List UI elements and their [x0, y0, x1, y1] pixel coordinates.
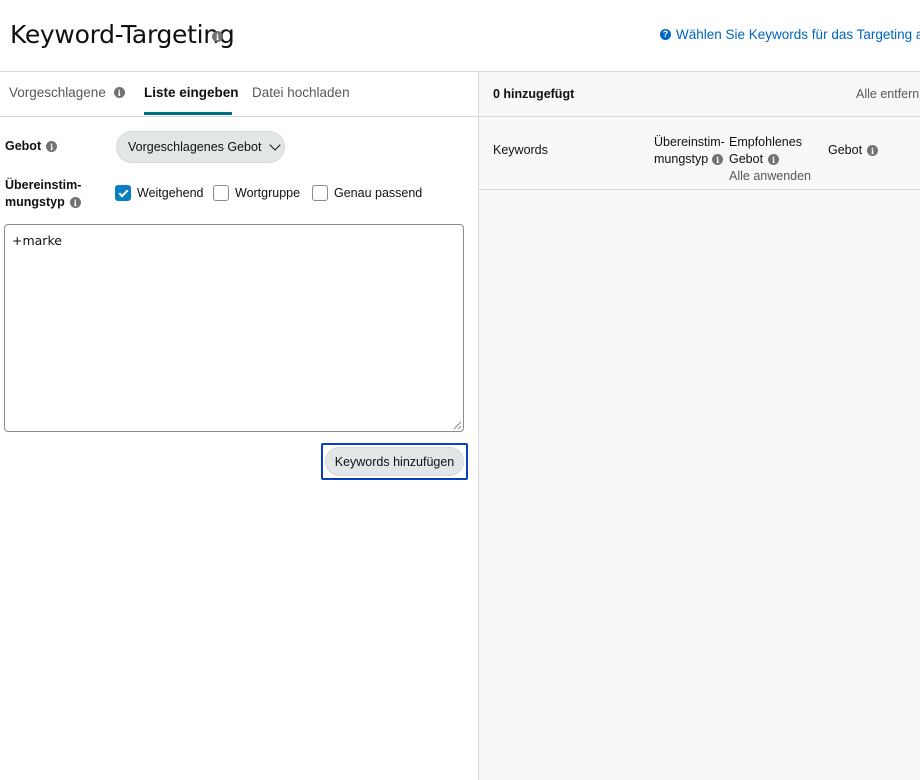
match-type-label-line2: mungstyp [5, 195, 65, 209]
column-suggested-bid-line1: Empfohlenes [729, 135, 802, 149]
checkbox-exact[interactable]: Genau passend [312, 185, 422, 201]
page-title: Keyword-Targeting [10, 20, 235, 49]
add-keywords-button[interactable]: Keywords hinzufügen [325, 447, 464, 476]
column-match-type-line2: mungstyp [654, 152, 709, 166]
bid-dropdown-value: Vorgeschlagenes Gebot [128, 140, 262, 154]
tab-label: Vorgeschlagene [9, 85, 106, 100]
tab-suggested[interactable]: Vorgeschlagene i [9, 85, 125, 100]
column-bid: Gebot i [828, 142, 879, 159]
tab-label: Datei hochladen [252, 85, 350, 100]
tab-label: Liste eingeben [144, 85, 239, 100]
info-icon[interactable]: i [867, 145, 879, 156]
apply-all-link[interactable]: Alle anwenden [729, 168, 811, 185]
bid-label: Gebot i [5, 138, 58, 155]
chevron-down-icon [269, 139, 282, 151]
remove-all-link[interactable]: Alle entfern [856, 87, 919, 101]
checkbox-icon[interactable] [213, 185, 229, 201]
info-icon[interactable]: i [768, 154, 780, 165]
info-icon[interactable]: i [712, 154, 724, 165]
column-match-type-line1: Übereinstim- [654, 135, 725, 149]
checkbox-label: Wortgruppe [235, 186, 301, 200]
info-icon[interactable]: i [212, 31, 223, 42]
column-bid-label: Gebot [828, 143, 863, 157]
bid-label-text: Gebot [5, 139, 42, 153]
keywords-textarea[interactable]: +marke [4, 224, 464, 432]
tab-upload-file[interactable]: Datei hochladen [252, 85, 350, 100]
checkbox-label: Weitgehend [137, 186, 204, 200]
resize-handle-icon[interactable] [452, 420, 462, 430]
help-link-text: Wählen Sie Keywords für das Targeting au [676, 27, 920, 42]
checkbox-checked-icon[interactable] [115, 185, 131, 201]
added-keywords-panel: 0 hinzugefügt Alle entfern Keywords Über… [479, 72, 920, 780]
tab-enter-list[interactable]: Liste eingeben [144, 85, 239, 100]
tab-bar: Vorgeschlagene i Liste eingeben Datei ho… [0, 72, 479, 117]
checkbox-broad[interactable]: Weitgehend [115, 185, 204, 201]
help-icon: ? [660, 29, 671, 40]
help-link[interactable]: ? Wählen Sie Keywords für das Targeting … [660, 27, 920, 42]
keyword-input-panel: Vorgeschlagene i Liste eingeben Datei ho… [0, 72, 479, 780]
added-count: 0 hinzugefügt [493, 87, 575, 101]
column-suggested-bid: Empfohlenes Gebot i Alle anwenden [729, 134, 811, 185]
checkbox-label: Genau passend [334, 186, 423, 200]
info-icon[interactable]: i [46, 141, 58, 152]
match-type-label: Übereinstim- mungstyp i [5, 177, 81, 211]
bid-dropdown[interactable]: Vorgeschlagenes Gebot [116, 131, 285, 163]
table-header: Keywords Übereinstim- mungstyp i Empfohl… [479, 117, 920, 190]
column-keywords: Keywords [493, 143, 548, 157]
column-suggested-bid-line2: Gebot [729, 152, 764, 166]
column-match-type: Übereinstim- mungstyp i [654, 134, 725, 168]
checkbox-icon[interactable] [312, 185, 328, 201]
info-icon[interactable]: i [113, 87, 125, 98]
active-tab-indicator [144, 112, 232, 115]
added-header: 0 hinzugefügt Alle entfern [479, 72, 920, 117]
checkbox-phrase[interactable]: Wortgruppe [213, 185, 300, 201]
info-icon[interactable]: i [69, 197, 81, 208]
page-header: Keyword-Targeting i ? Wählen Sie Keyword… [0, 0, 920, 72]
match-type-label-line1: Übereinstim- [5, 178, 82, 192]
